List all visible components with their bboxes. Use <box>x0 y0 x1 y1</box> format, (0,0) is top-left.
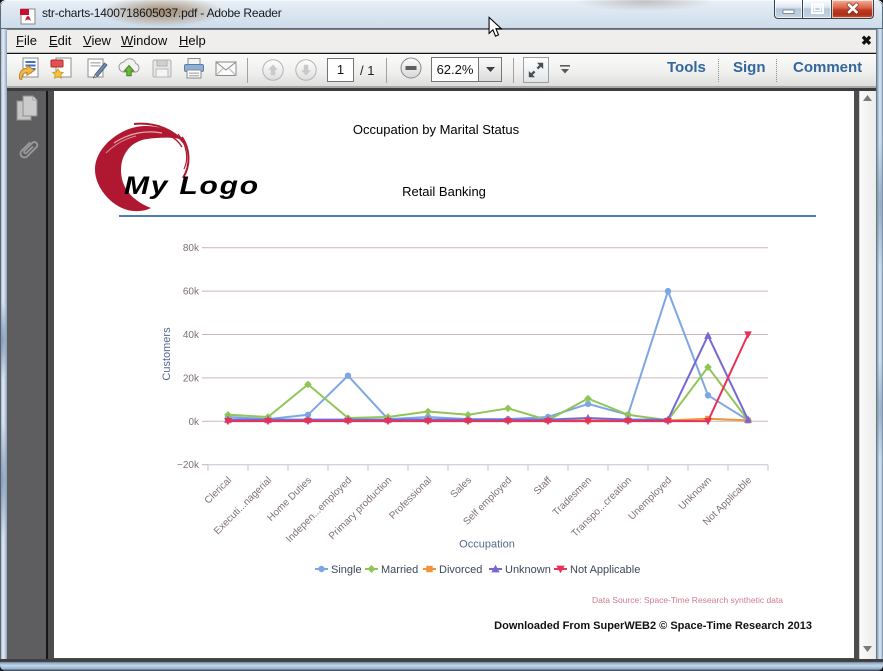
svg-text:Occupation: Occupation <box>459 539 515 551</box>
svg-text:60k: 60k <box>183 287 200 298</box>
svg-text:Unknown: Unknown <box>677 475 714 512</box>
svg-text:Not Applicable: Not Applicable <box>570 564 640 576</box>
svg-text:Customers: Customers <box>161 327 173 381</box>
svg-text:Divorced: Divorced <box>439 564 482 576</box>
svg-text:Downloaded From SuperWEB2 © Sp: Downloaded From SuperWEB2 © Space-Time R… <box>494 620 812 632</box>
svg-text:40k: 40k <box>183 330 200 341</box>
svg-text:Data Source: Space-Time Resear: Data Source: Space-Time Research synthet… <box>592 595 783 605</box>
svg-text:Tradesmen: Tradesmen <box>551 475 594 518</box>
svg-text:Single: Single <box>331 564 362 576</box>
svg-text:0k: 0k <box>188 417 200 428</box>
svg-text:Staff: Staff <box>532 475 554 497</box>
svg-text:80k: 80k <box>183 243 200 254</box>
svg-text:20k: 20k <box>183 373 200 384</box>
svg-text:Unemployed: Unemployed <box>627 475 674 522</box>
svg-text:Sales: Sales <box>449 475 474 500</box>
svg-text:Clerical: Clerical <box>203 475 234 506</box>
svg-text:Unknown: Unknown <box>505 564 551 576</box>
svg-text:Married: Married <box>381 564 418 576</box>
svg-text:−20k: −20k <box>177 460 200 471</box>
svg-text:Professional: Professional <box>387 475 434 522</box>
